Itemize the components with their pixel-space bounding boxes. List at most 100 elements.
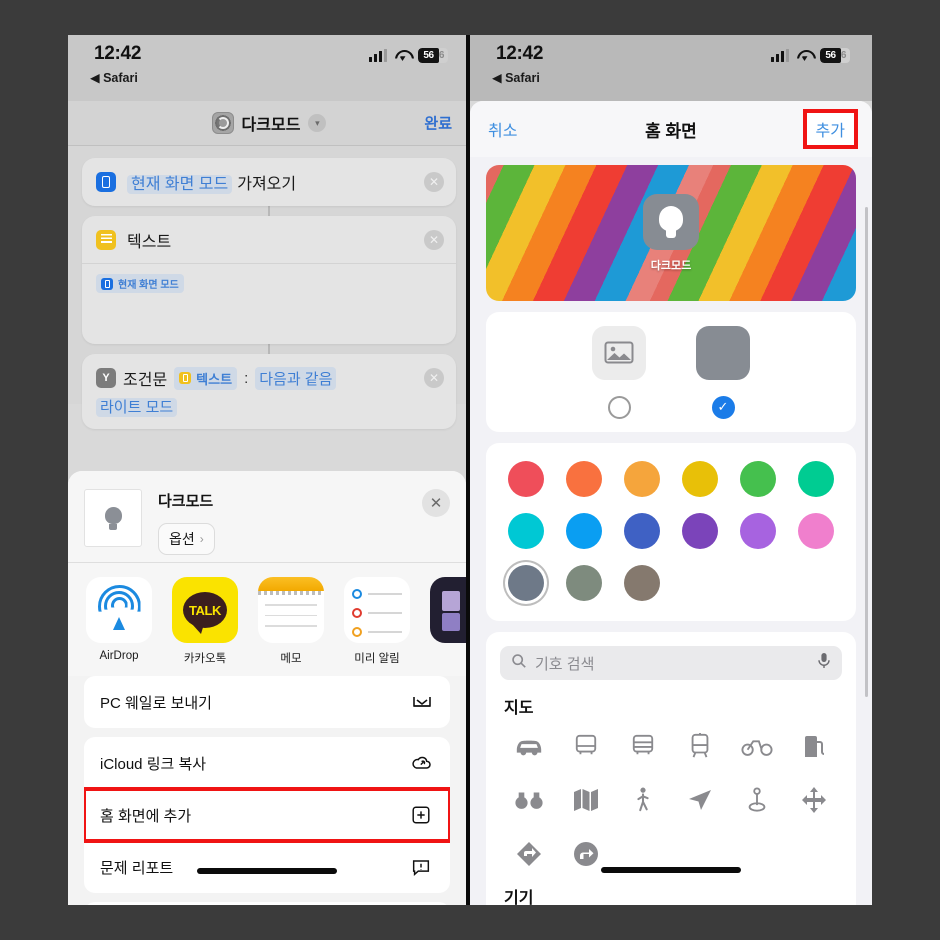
cancel-button[interactable]: 취소 [488,117,517,141]
share-target-reminders[interactable]: 미리 알림 [342,577,412,666]
tram-icon[interactable] [671,726,728,766]
device-icon [96,172,116,192]
left-status-bar: 12:42 ◀ Safari 56 6 [68,35,470,101]
chevron-down-icon[interactable]: ▾ [308,114,327,132]
share-action-report-problem[interactable]: 문제 리포트 [84,841,450,893]
action-get-device-details[interactable]: 현재 화면 모드 가져오기 ✕ [82,158,456,206]
color-swatch[interactable] [566,513,602,549]
wifi-icon [796,49,813,62]
action-label: 조건문 [123,372,168,389]
airdrop-icon [86,577,152,643]
color-swatch[interactable] [798,461,834,497]
action-text[interactable]: 텍스트 ✕ 현재 화면 모드 [82,216,456,344]
color-swatch[interactable] [566,461,602,497]
shortcut-title-group[interactable]: 다크모드 ▾ [211,111,327,135]
shortcut-editor-header: 다크모드 ▾ 완료 [68,101,470,146]
right-status-bar: 12:42 ◀ Safari 56 6 [470,35,872,101]
color-swatch[interactable] [508,513,544,549]
status-indicators: 56 6 [771,48,850,63]
car-icon[interactable] [500,726,557,766]
screenshot-stage: 12:42 ◀ Safari 56 6 다크모드 ▾ 완료 현재 화면 모드 가… [0,0,940,940]
close-circle-icon[interactable]: ✕ [424,230,444,250]
share-sheet: 다크모드 옵션 › ✕ AirDrop TALK 카카오톡 메모 미리 알림 P… [68,471,466,905]
action-token[interactable]: 현재 화면 모드 [127,175,233,194]
map-icon[interactable] [557,780,614,820]
color-swatch[interactable] [624,565,660,601]
microphone-icon[interactable] [817,652,831,675]
lightbulb-icon [696,325,750,380]
share-target-kakaotalk[interactable]: TALK 카카오톡 [170,577,240,666]
close-icon[interactable]: ✕ [422,489,450,517]
color-swatch[interactable] [682,513,718,549]
icon-choice-section: ✓ [486,312,856,432]
location-north-icon[interactable] [671,780,728,820]
color-swatch[interactable] [682,461,718,497]
icon-option-photo[interactable] [592,325,646,419]
color-swatch-selected[interactable] [508,565,544,601]
radio-empty-icon[interactable] [607,395,631,419]
figure-walk-icon[interactable] [614,780,671,820]
share-target-notes[interactable]: 메모 [256,577,326,666]
back-to-app-link[interactable]: ◀ Safari [492,70,540,85]
color-swatch[interactable] [508,461,544,497]
target-glyph-icon [211,112,234,134]
fuelpump-icon[interactable] [785,726,842,766]
scrollbar[interactable] [865,207,868,697]
color-swatch[interactable] [740,513,776,549]
condition-separator: : [244,369,249,387]
share-action-send-to-whale[interactable]: PC 웨일로 보내기 [84,676,450,728]
search-input[interactable]: 기호 검색 [500,646,842,680]
color-swatch[interactable] [566,565,602,601]
share-action-group-1: PC 웨일로 보내기 [84,676,450,728]
share-action-add-to-quick-note[interactable]: 새로운 빠른 메모에 추가 [84,902,450,905]
share-target-airdrop[interactable]: AirDrop [84,577,154,666]
action-connector [268,344,270,354]
options-button[interactable]: 옵션 › [158,523,215,555]
share-action-label: 홈 화면에 추가 [100,808,192,825]
search-placeholder: 기호 검색 [535,655,595,673]
share-target-partial[interactable] [428,577,466,666]
bus-doubledecker-icon[interactable] [614,726,671,766]
condition-operator[interactable]: 다음과 같음 [255,366,337,390]
close-circle-icon[interactable]: ✕ [424,172,444,192]
condition-value[interactable]: 라이트 모드 [96,398,178,417]
battery-icon: 56 6 [418,48,448,63]
back-to-app-link[interactable]: ◀ Safari [90,70,138,85]
share-target-label: AirDrop [99,650,139,662]
bus-front-icon[interactable] [557,726,614,766]
action-if-statement[interactable]: Y 조건문 텍스트 : 다음과 같음 라이트 모드 ✕ [82,354,456,429]
color-swatch[interactable] [740,461,776,497]
symbol-grid [500,726,842,874]
arrow-triangle-turn-icon[interactable] [500,834,557,874]
sheet-scroll-area[interactable]: 다크모드 ✓ 기호 검색 지도 기기 [470,157,872,905]
icon-option-glyph[interactable]: ✓ [696,325,750,419]
reminders-icon [344,577,410,643]
color-swatch[interactable] [624,461,660,497]
add-button[interactable]: 추가 [802,109,859,149]
shared-item-title: 다크모드 [158,493,214,510]
back-app-name: Safari [103,71,138,85]
battery-icon: 56 6 [820,48,850,63]
text-icon [96,229,116,250]
share-app-row: AirDrop TALK 카카오톡 메모 미리 알림 [68,563,466,676]
shortcut-actions-list: 현재 화면 모드 가져오기 ✕ 텍스트 ✕ 현재 화면 모드 Y 조건문 텍스트… [68,146,470,429]
color-swatch[interactable] [624,513,660,549]
mappin-icon[interactable] [728,780,785,820]
action-connector [268,206,270,216]
close-circle-icon[interactable]: ✕ [424,368,444,388]
radio-checked-icon[interactable]: ✓ [711,395,735,419]
color-palette-section [486,443,856,621]
variable-token[interactable]: 현재 화면 모드 [96,274,184,293]
binoculars-icon[interactable] [500,780,557,820]
status-time: 12:42 [496,43,544,64]
color-swatch[interactable] [798,513,834,549]
share-action-add-to-home-screen[interactable]: 홈 화면에 추가 [84,787,450,843]
share-action-copy-icloud-link[interactable]: iCloud 링크 복사 [84,737,450,789]
bicycle-icon[interactable] [728,726,785,766]
arrow-move-icon[interactable] [785,780,842,820]
done-button[interactable]: 완료 [424,113,452,134]
input-token[interactable]: 텍스트 [174,366,238,390]
cellular-bars-icon [771,49,789,62]
icloud-link-icon [410,751,434,775]
symbol-section-title: 지도 [504,700,534,717]
